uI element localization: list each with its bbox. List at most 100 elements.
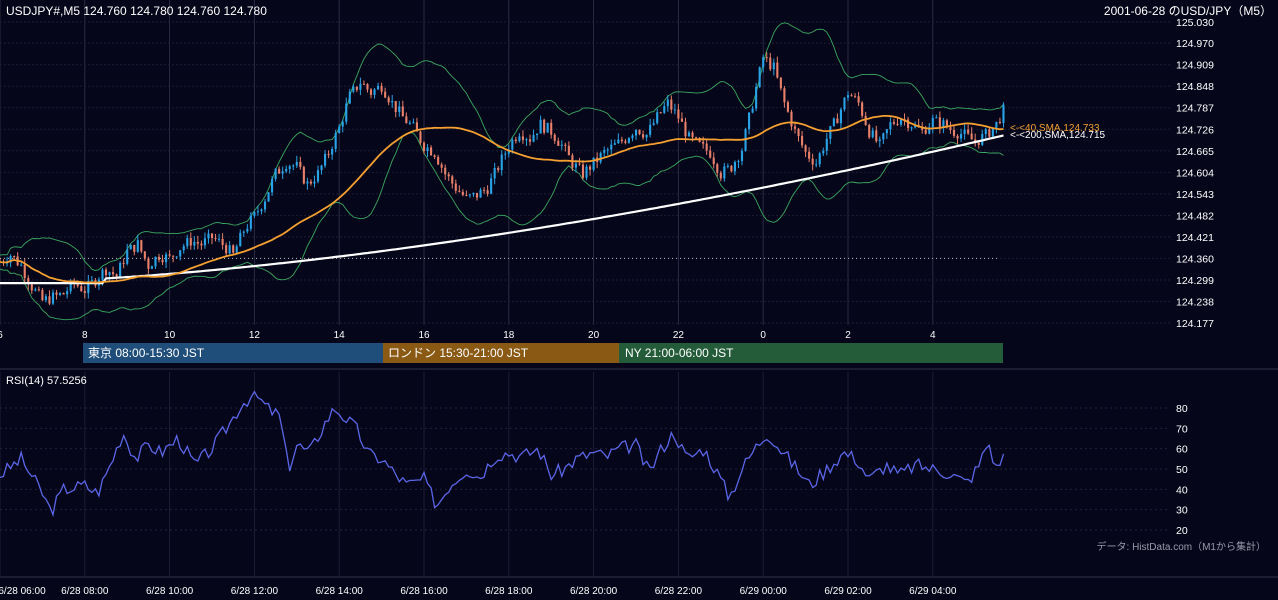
candle-body [995,121,998,128]
candle-body [762,57,765,68]
candle-body [483,189,486,191]
chart-canvas: 125.030 124.970 124.909 124.848 124.787 124.7… [0,0,1278,600]
candle-body [733,162,736,172]
candle-body [652,123,655,125]
candle-body [221,238,224,246]
candle-body [776,62,779,78]
candle-body [210,233,214,238]
sma200-label: <-<200,SMA,124.715 [1010,130,1106,141]
candle-body [225,245,228,254]
candle-body [147,258,150,269]
candle-body [659,112,662,114]
candle-body [34,289,37,291]
candle-body [203,238,206,246]
candle-body [882,133,885,140]
candle-body [956,135,959,139]
candle-body [352,86,355,92]
symbol-info: USDJPY#,M5 124.760 124.780 124.760 124.7… [6,4,267,18]
candle-body [536,133,539,136]
time-label: 6/29 02:00 [824,586,872,597]
candle-body [892,122,895,124]
candle-body [846,95,850,98]
candle-body [716,164,719,173]
time-label: 6/28 22:00 [655,586,703,597]
time-label: 6/29 00:00 [740,586,788,597]
candle-body [758,67,761,87]
candle-body [709,150,712,158]
hour-label: 2 [845,330,851,341]
candle-body [154,256,157,267]
candle-body [748,112,751,130]
price-tick-label: 124.726 [1176,124,1214,136]
candle-body [949,127,952,130]
candle-body [299,161,302,168]
candle-body [246,228,249,232]
candle-body [878,139,881,142]
session-ny-label: NY 21:00-06:00 JST [625,346,734,360]
candle-body [271,178,274,193]
candle-body [214,237,217,239]
candle-body [228,245,231,254]
candle-body [610,144,613,150]
candle-body [101,269,104,280]
candle-body [666,99,669,107]
candle-body [468,194,471,196]
candle-body [910,127,913,129]
price-tick-label: 124.299 [1176,275,1214,287]
candle-body [649,124,652,135]
candle-body [430,147,433,156]
price-tick-label: 124.665 [1176,146,1214,158]
candle-body [345,103,348,122]
candle-body [783,88,786,103]
candle-body [546,122,549,133]
candle-body [786,102,789,112]
candle-body [486,190,489,194]
candle-body [560,144,563,146]
candle-body [998,121,1001,124]
candle-body [465,194,468,196]
candle-body [875,130,878,142]
candle-body [384,91,387,98]
candle-body [589,166,592,170]
candle-body [585,166,588,178]
candle-body [606,149,609,151]
hour-label: 6 [0,330,3,341]
candle-body [136,240,139,252]
candle-body [567,145,570,156]
candle-body [377,85,380,90]
candle-body [977,142,980,145]
hour-label: 18 [503,330,515,341]
candle-body [797,128,800,137]
candle-body [267,192,270,202]
candle-body [320,165,323,171]
candle-body [112,272,115,275]
hour-label: 4 [930,330,936,341]
candle-body [868,124,871,138]
candle-body [479,189,482,198]
candle-body [723,166,726,179]
candle-body [493,167,496,179]
price-tick-label: 124.848 [1176,81,1214,93]
candle-body [574,163,577,168]
hour-label: 22 [673,330,685,341]
candle-body [931,117,934,128]
candle-body [373,89,376,95]
candle-body [938,117,941,129]
candle-body [143,251,146,259]
candle-body [437,156,440,165]
candle-body [426,147,429,151]
candle-body [790,111,793,127]
candle-body [684,121,687,137]
candle-body [422,142,426,151]
candle-body [719,172,722,179]
candle-body [302,167,305,184]
candle-body [645,134,648,138]
candle-body [433,155,436,157]
rsi-tick-label: 80 [1176,403,1188,415]
candle-body [638,129,641,135]
candle-body [829,126,832,139]
hour-label: 12 [249,330,261,341]
candle-body [458,190,461,192]
candle-body [359,83,362,90]
candle-body [818,153,821,165]
